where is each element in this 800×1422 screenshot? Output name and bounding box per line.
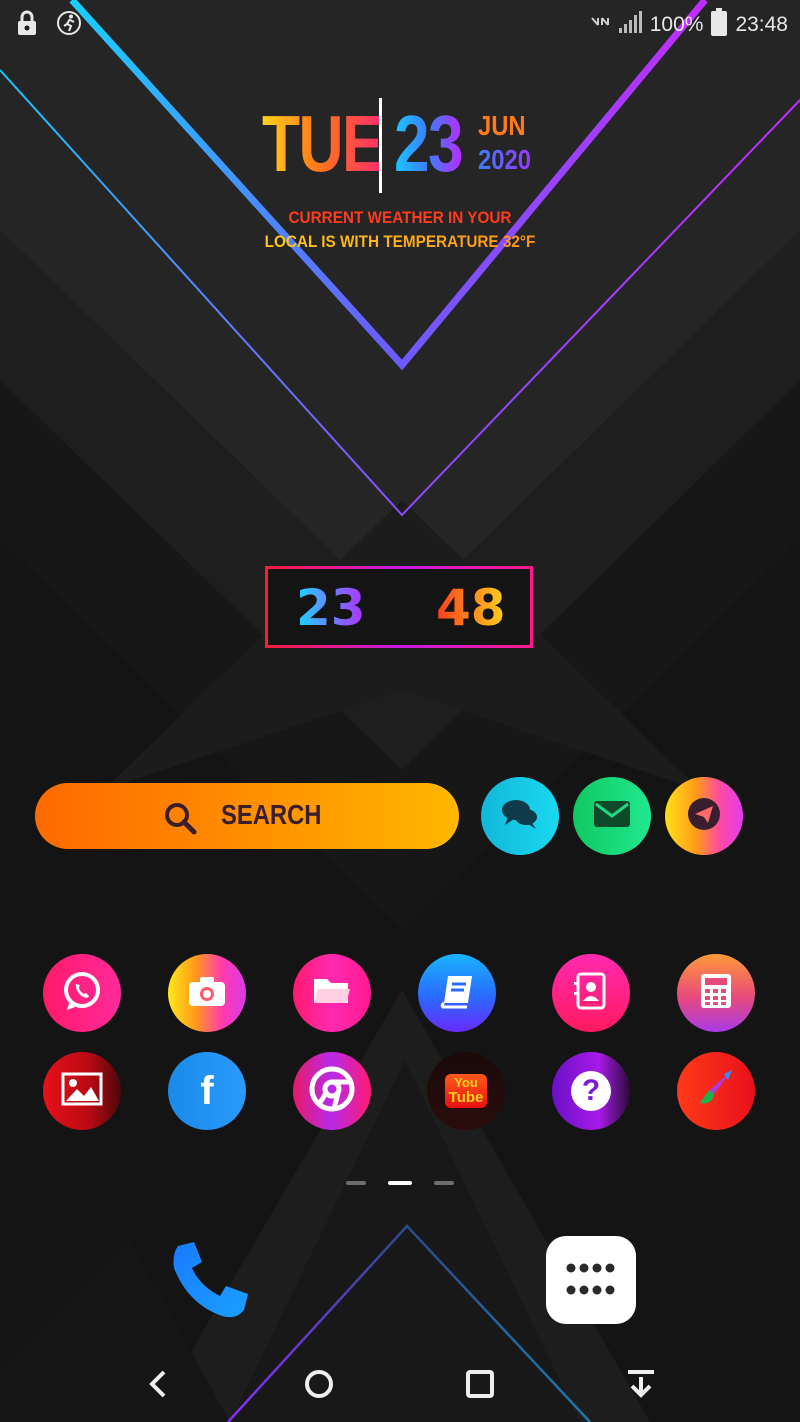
date-widget[interactable]: TUE 23 JUN 2020 [262,98,552,198]
battery-icon [711,8,728,42]
youtube-text-bottom: Tube [448,1089,484,1106]
paint-app[interactable] [677,1052,755,1130]
contacts-app[interactable] [552,954,630,1032]
pull-down-icon [625,1368,657,1404]
youtube-icon: You Tube [444,1074,488,1108]
home-button[interactable] [297,1364,341,1408]
question-icon: ? [571,1071,611,1111]
phone-app[interactable] [168,1238,252,1322]
youtube-text-top: You [454,1075,478,1090]
home-icon [303,1368,335,1404]
date-separator [379,98,382,193]
help-app[interactable]: ? [552,1052,630,1130]
running-icon [56,10,82,40]
search-icon [163,801,197,839]
status-time: 23:48 [735,13,788,36]
page-indicator [346,1181,456,1187]
notes-app[interactable] [418,954,496,1032]
envelope-icon [594,801,630,831]
day-of-week: TUE [262,99,384,188]
navigation-bar [0,1350,800,1422]
camera-app[interactable] [168,954,246,1032]
paper-plane-icon [686,796,722,836]
search-label: SEARCH [221,799,322,830]
whatsapp-icon [60,969,104,1017]
image-icon [61,1072,103,1110]
back-button[interactable] [136,1364,180,1408]
facebook-app[interactable]: f [168,1052,246,1130]
facebook-icon: f [200,1069,214,1113]
clock-widget[interactable]: 23 48 [265,566,533,648]
youtube-app[interactable]: You Tube [427,1052,505,1130]
battery-text: 100% [649,13,704,36]
chrome-icon [309,1066,355,1116]
telegram-app[interactable] [665,777,743,855]
recents-button[interactable] [458,1364,502,1408]
lock-icon [16,10,38,40]
calculator-icon [699,972,733,1014]
page-dot [434,1181,454,1185]
question-text: ? [581,1074,601,1107]
no-network-icon [590,13,610,37]
grid-dots-icon [565,1260,617,1304]
recents-icon [465,1369,495,1403]
search-bar[interactable]: SEARCH [35,783,459,849]
back-icon [148,1369,168,1403]
messages-app[interactable] [481,777,559,855]
clock-minutes: 48 [436,579,506,637]
folder-icon [312,975,352,1011]
gallery-app[interactable] [43,1052,121,1130]
weather-line-1: CURRENT WEATHER IN YOUR [288,208,512,227]
camera-icon [187,975,227,1011]
email-app[interactable] [573,777,651,855]
files-app[interactable] [293,954,371,1032]
chrome-app[interactable] [293,1052,371,1130]
page-dot [346,1181,366,1185]
weather-text: CURRENT WEATHER IN YOUR LOCAL IS WITH TE… [200,206,600,254]
weather-line-2: LOCAL IS WITH TEMPERATURE 32°F [220,230,580,254]
whatsapp-app[interactable] [43,954,121,1032]
month: JUN [478,110,526,141]
contacts-icon [574,972,608,1014]
phone-icon [168,1242,252,1326]
app-drawer[interactable] [546,1236,636,1324]
chat-bubbles-icon [500,797,540,835]
page-dot-active [388,1181,412,1185]
notification-pull-button[interactable] [619,1364,663,1408]
signal-icon [618,10,642,40]
brush-icon [694,1066,738,1116]
clock-hours: 23 [296,579,366,637]
day-number: 23 [394,99,464,188]
status-bar: 100% 23:48 [0,0,800,46]
year: 2020 [478,144,531,175]
calculator-app[interactable] [677,954,755,1032]
book-icon [438,973,476,1013]
